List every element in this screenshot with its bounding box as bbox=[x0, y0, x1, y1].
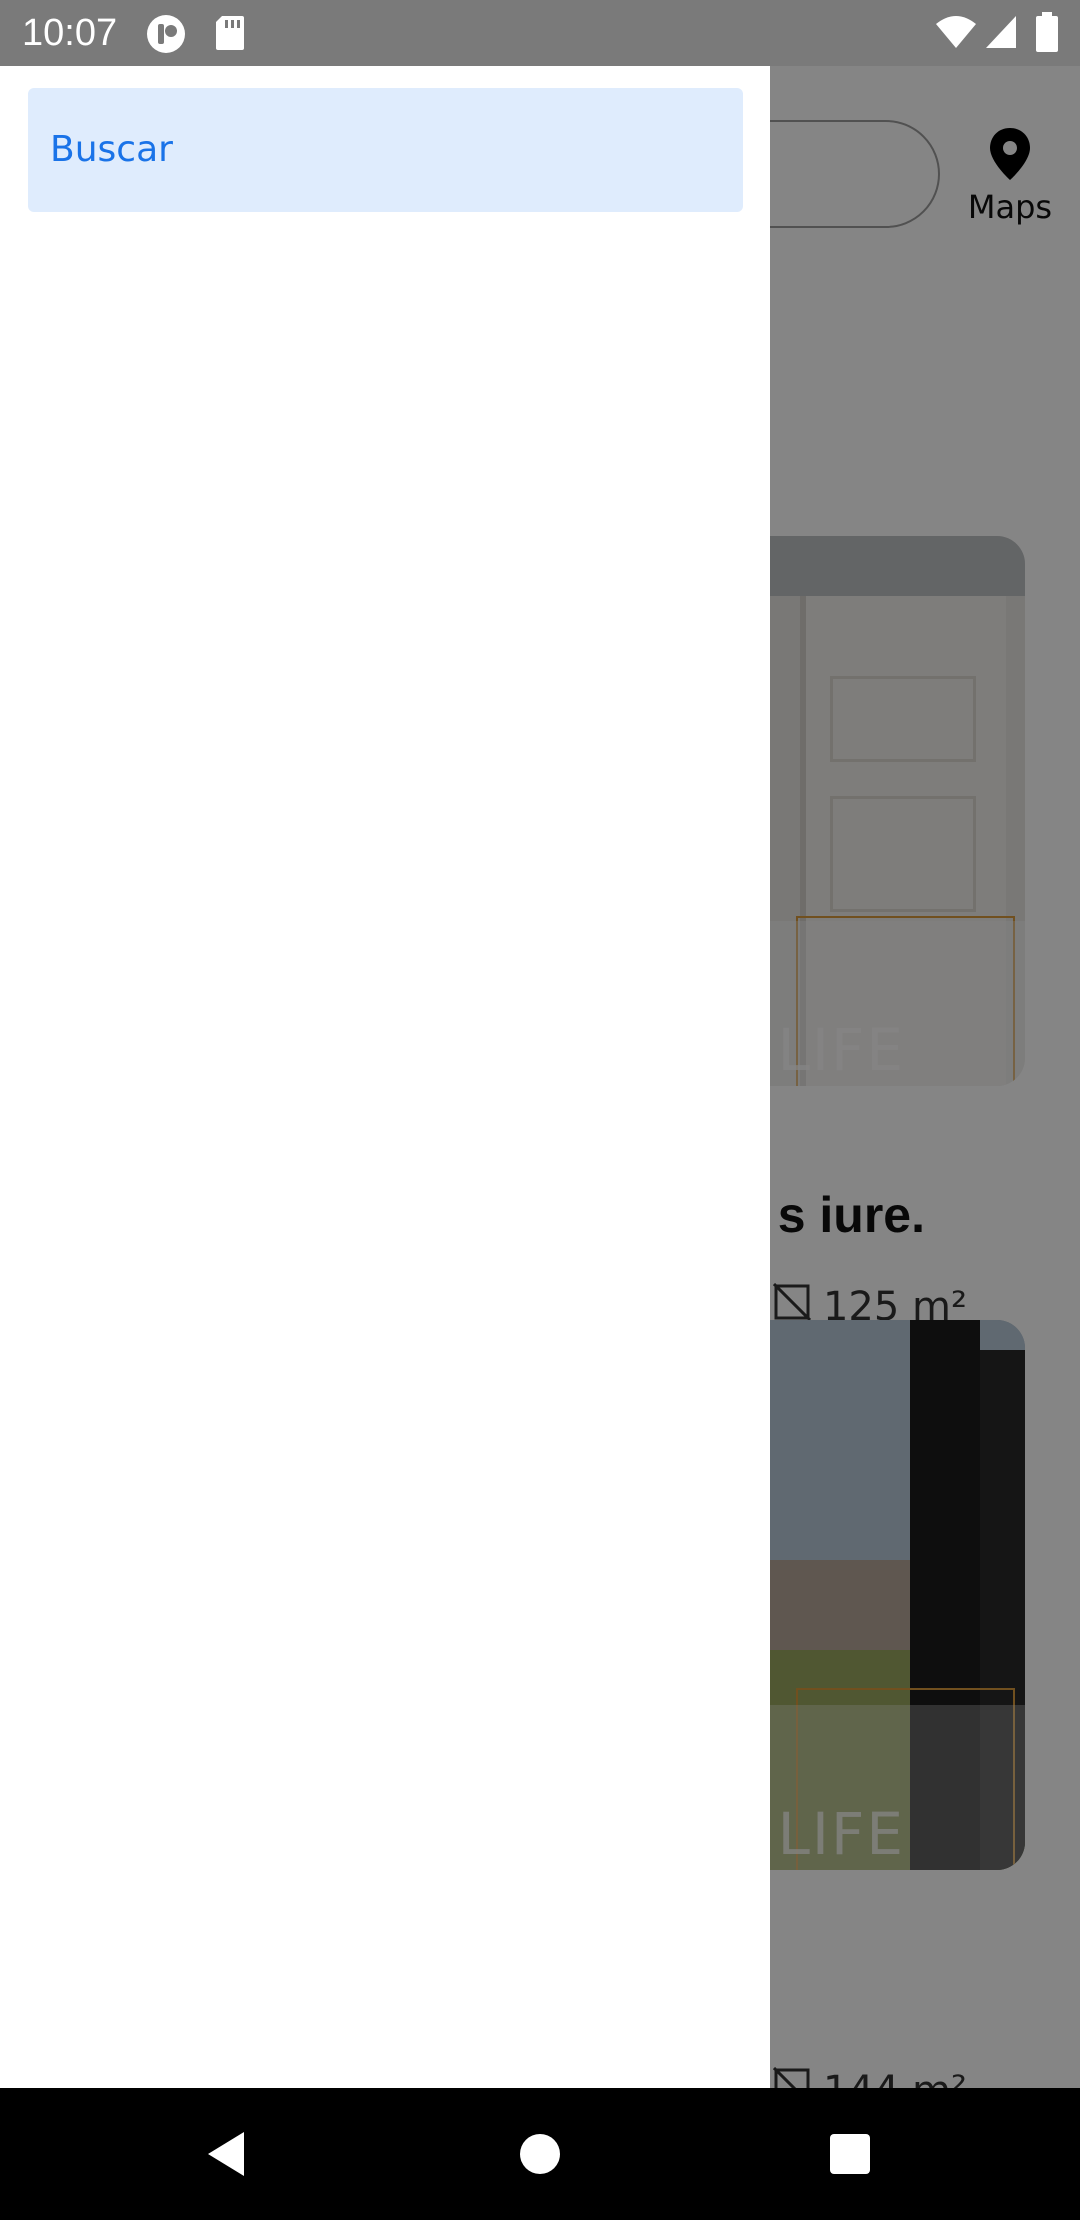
app-notification-icon bbox=[146, 14, 186, 59]
back-icon[interactable] bbox=[204, 2130, 248, 2183]
drawer-item-buscar[interactable]: Buscar bbox=[28, 88, 743, 212]
status-bar: 10:07 bbox=[0, 0, 1080, 66]
signal-icon bbox=[984, 14, 1018, 55]
battery-icon bbox=[1036, 12, 1058, 57]
drawer-item-label: Buscar bbox=[50, 129, 173, 170]
system-navigation-bar bbox=[0, 2088, 1080, 2220]
home-icon[interactable] bbox=[518, 2130, 562, 2183]
wifi-icon bbox=[934, 14, 978, 55]
navigation-drawer: Buscar bbox=[0, 66, 770, 2088]
sd-card-icon bbox=[214, 14, 246, 57]
phone-screen: 10:07 Maps LIFE s iure. 125 m² LIFE Busc… bbox=[0, 0, 1080, 2220]
recents-icon[interactable] bbox=[828, 2130, 872, 2183]
status-time: 10:07 bbox=[22, 12, 118, 54]
